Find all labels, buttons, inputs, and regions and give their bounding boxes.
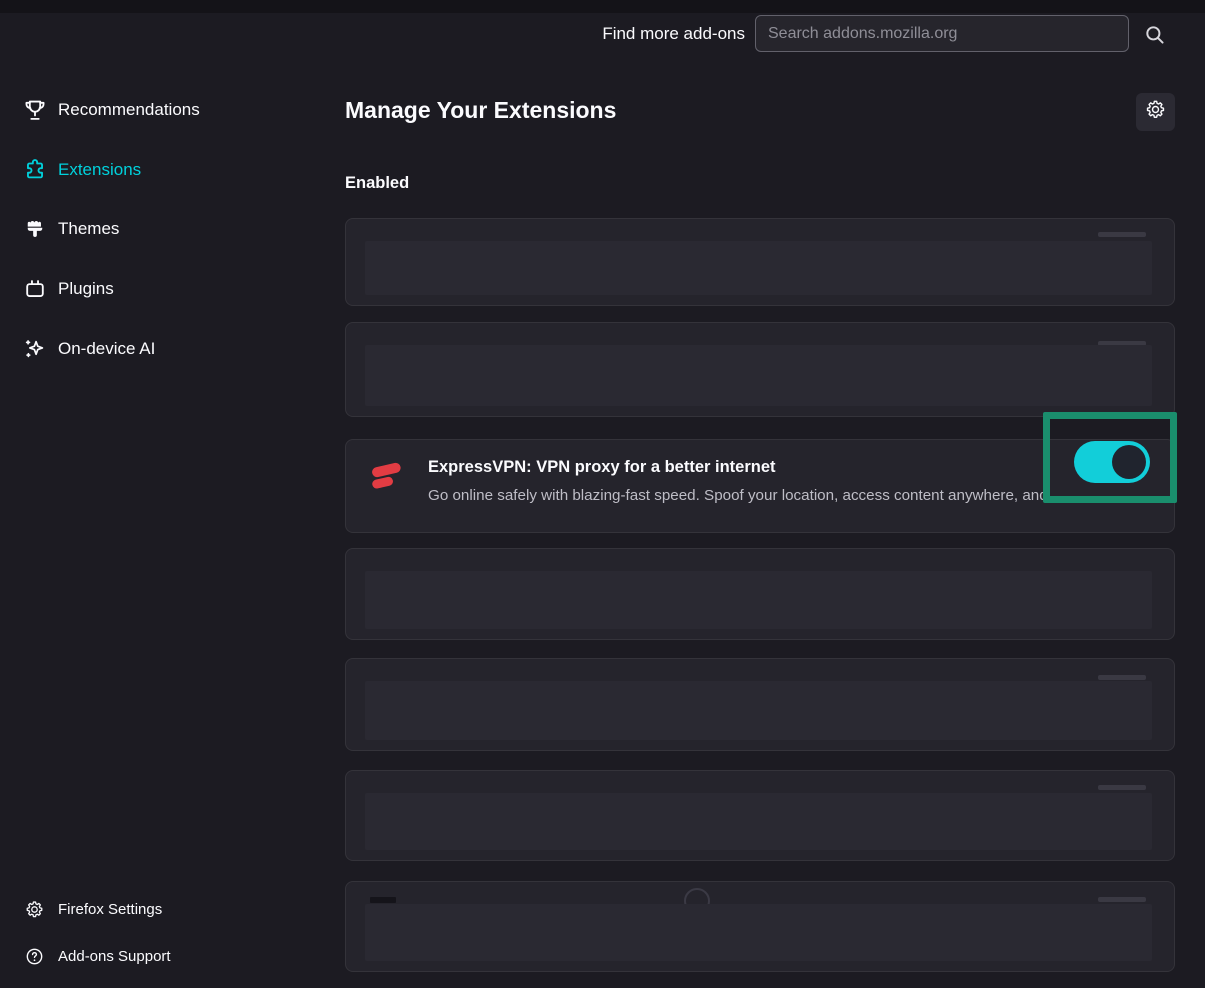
addons-options-button[interactable] [1136, 93, 1175, 131]
sidebar-item-plugins[interactable]: Plugins [0, 265, 332, 313]
redacted-content-block [365, 345, 1152, 406]
extension-card-placeholder-5[interactable] [345, 770, 1175, 861]
window-top-edge [0, 0, 1205, 13]
extension-card-placeholder-3[interactable] [345, 548, 1175, 640]
find-more-addons-label: Find more add-ons [602, 24, 745, 44]
redacted-artifact [1098, 785, 1146, 790]
sidebar-item-label: Add-ons Support [58, 948, 171, 965]
extension-card-placeholder-6[interactable] [345, 881, 1175, 972]
redacted-content-block [365, 793, 1152, 850]
expressvpn-logo-icon [367, 457, 407, 493]
sidebar-item-extensions[interactable]: Extensions [0, 146, 332, 194]
extension-card-placeholder-4[interactable] [345, 658, 1175, 751]
addons-manager-page: Find more add-ons Recommendations [0, 0, 1205, 988]
sidebar-item-label: On-device AI [58, 339, 155, 359]
redacted-content-block [365, 681, 1152, 740]
sidebar-item-firefox-settings[interactable]: Firefox Settings [0, 891, 332, 927]
sidebar-item-label: Recommendations [58, 100, 200, 120]
search-input[interactable] [756, 16, 1128, 51]
redacted-artifact [1098, 897, 1146, 902]
redacted-artifact [370, 897, 396, 903]
sidebar-item-label: Extensions [58, 160, 141, 180]
redacted-content-block [365, 571, 1152, 629]
redacted-content-block [365, 241, 1152, 295]
sidebar-item-themes[interactable]: Themes [0, 205, 332, 253]
puzzle-icon [22, 157, 48, 183]
extension-card-placeholder-2[interactable] [345, 322, 1175, 417]
gear-icon [24, 899, 45, 920]
sidebar-item-on-device-ai[interactable]: On-device AI [0, 325, 332, 373]
extension-name: ExpressVPN: VPN proxy for a better inter… [428, 458, 776, 477]
section-heading-enabled: Enabled [345, 174, 409, 193]
sidebar-item-recommendations[interactable]: Recommendations [0, 86, 332, 134]
sidebar-item-label: Firefox Settings [58, 901, 162, 918]
annotation-highlight-box [1043, 412, 1177, 503]
extension-description: Go online safely with blazing-fast speed… [428, 487, 1065, 504]
search-icon[interactable] [1142, 22, 1168, 48]
page-title: Manage Your Extensions [345, 97, 616, 124]
sidebar-item-addons-support[interactable]: Add-ons Support [0, 938, 332, 974]
redacted-artifact [1098, 232, 1146, 237]
gear-icon [1144, 98, 1167, 126]
trophy-icon [22, 97, 48, 123]
redacted-content-block [365, 904, 1152, 961]
plug-icon [22, 276, 48, 302]
paintbrush-icon [22, 216, 48, 242]
sidebar-item-label: Themes [58, 219, 119, 239]
sparkles-icon [22, 336, 48, 362]
addons-search-box[interactable] [755, 15, 1129, 52]
sidebar-item-label: Plugins [58, 279, 114, 299]
redacted-artifact [1098, 675, 1146, 680]
extension-card-placeholder-1[interactable] [345, 218, 1175, 306]
help-icon [24, 946, 45, 967]
